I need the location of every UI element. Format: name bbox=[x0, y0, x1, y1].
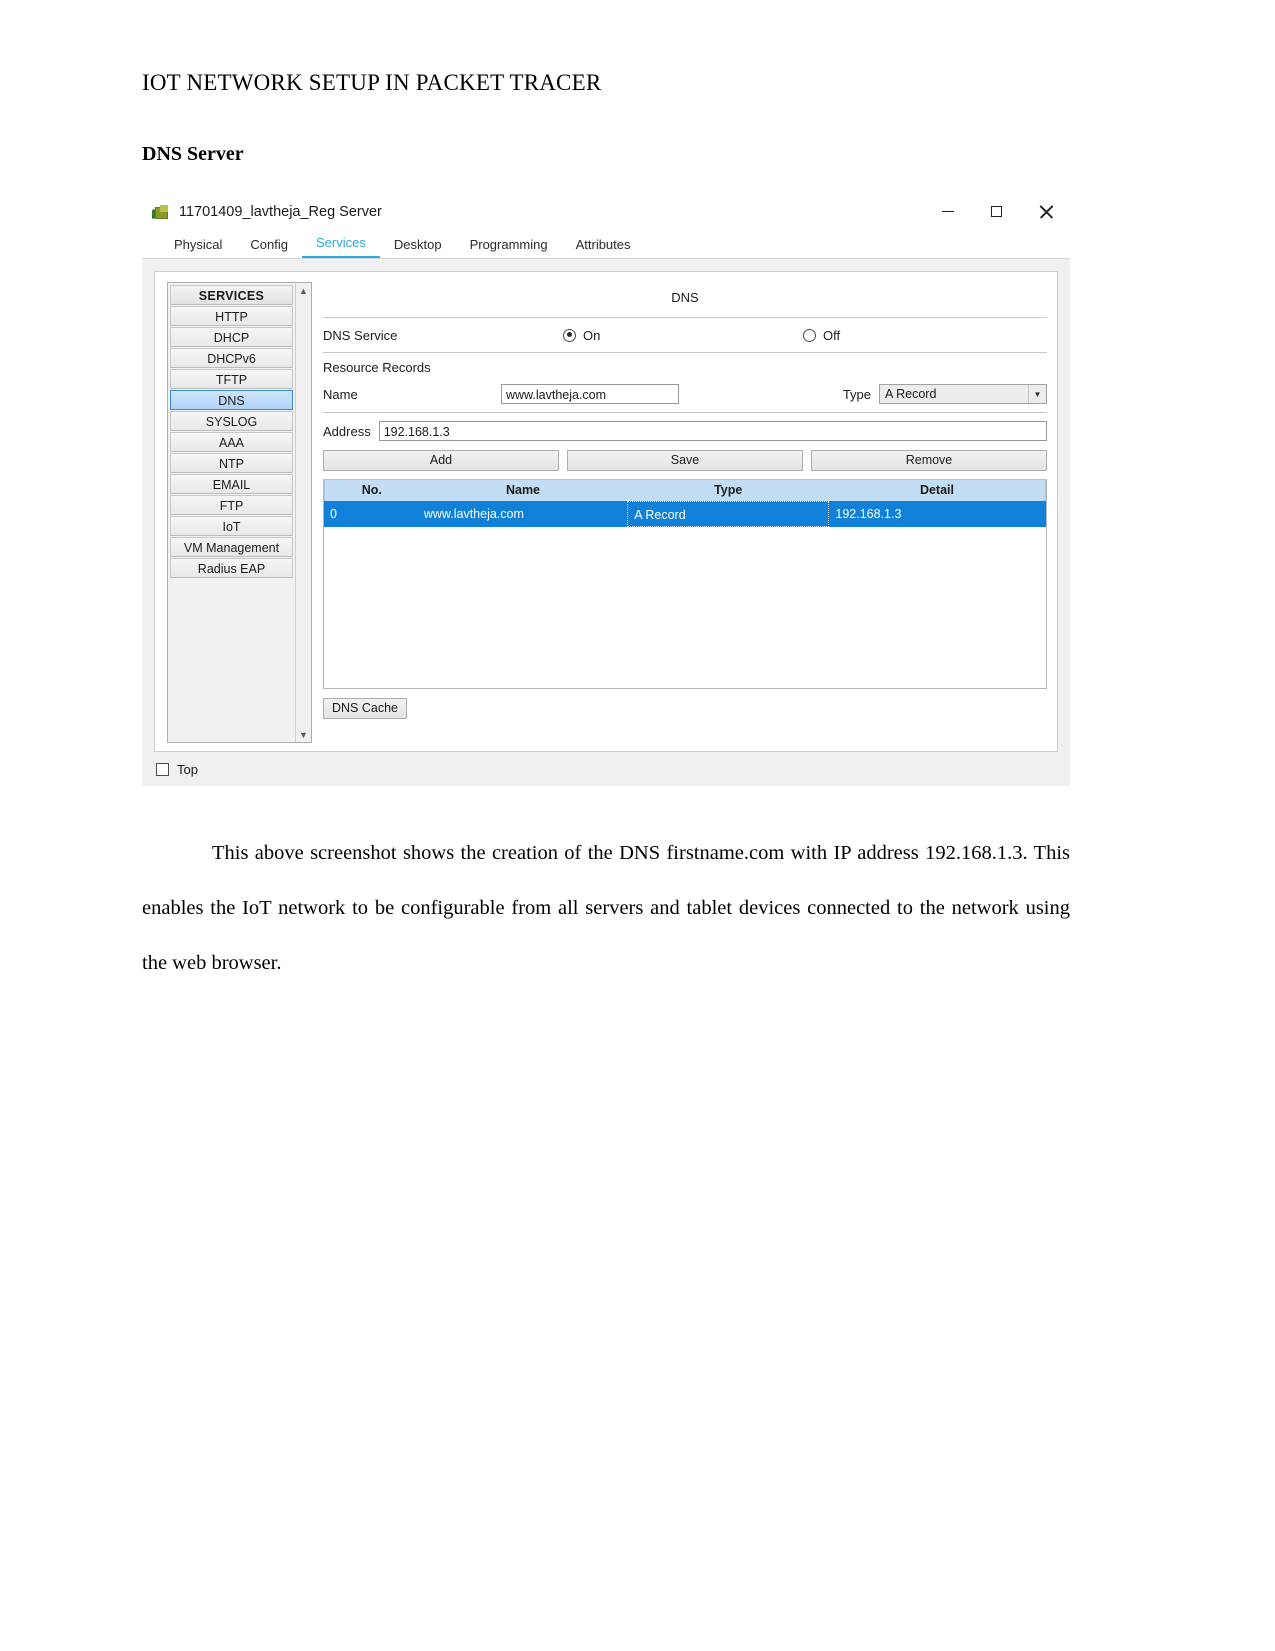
dns-service-off-option[interactable]: Off bbox=[803, 328, 1043, 343]
top-checkbox[interactable] bbox=[156, 762, 169, 776]
close-icon bbox=[1039, 205, 1053, 219]
window-footer: Top bbox=[142, 752, 1070, 786]
column-header-name: Name bbox=[505, 483, 541, 497]
add-button[interactable]: Add bbox=[323, 450, 559, 471]
minimize-icon bbox=[941, 210, 954, 213]
radio-on-icon[interactable] bbox=[563, 328, 576, 342]
tab-programming[interactable]: Programming bbox=[456, 237, 562, 258]
sidebar-item-tftp[interactable]: TFTP bbox=[170, 369, 293, 389]
record-address-row: Address 192.168.1.3 bbox=[323, 421, 1047, 441]
window-controls bbox=[923, 192, 1070, 231]
sidebar-item-ntp[interactable]: NTP bbox=[170, 453, 293, 473]
save-button[interactable]: Save bbox=[567, 450, 803, 471]
minimize-button[interactable] bbox=[923, 192, 972, 231]
dns-service-on-option[interactable]: On bbox=[563, 328, 803, 343]
sidebar-item-http[interactable]: HTTP bbox=[170, 306, 293, 326]
cell-detail: 192.168.1.3 bbox=[835, 507, 902, 521]
chevron-up-icon[interactable]: ▲ bbox=[296, 283, 311, 298]
maximize-icon bbox=[991, 206, 1002, 217]
sidebar-item-vm-management[interactable]: VM Management bbox=[170, 537, 293, 557]
remove-button[interactable]: Remove bbox=[811, 450, 1047, 471]
record-name-row: Name www.lavtheja.com Type A Record ▼ bbox=[323, 384, 1047, 404]
services-panel: SERVICES HTTP DHCP DHCPv6 TFTP DNS SYSLO… bbox=[154, 271, 1058, 752]
server-icon bbox=[152, 203, 170, 221]
cell-no: 0 bbox=[330, 507, 337, 521]
window-body: SERVICES HTTP DHCP DHCPv6 TFTP DNS SYSLO… bbox=[142, 259, 1070, 765]
resource-records-label: Resource Records bbox=[323, 360, 431, 375]
sidebar-item-radius-eap[interactable]: Radius EAP bbox=[170, 558, 293, 578]
top-checkbox-label: Top bbox=[177, 761, 198, 777]
name-label: Name bbox=[323, 386, 358, 402]
window-title: 11701409_lavtheja_Reg Server bbox=[179, 203, 382, 220]
type-select-value: A Record bbox=[885, 387, 937, 401]
name-input[interactable]: www.lavtheja.com bbox=[501, 384, 679, 404]
close-button[interactable] bbox=[1021, 192, 1070, 231]
tab-services[interactable]: Services bbox=[302, 235, 380, 258]
tab-physical[interactable]: Physical bbox=[160, 237, 236, 258]
radio-off-icon[interactable] bbox=[803, 328, 816, 342]
table-header-row: No. Name Type Detail bbox=[324, 479, 1046, 501]
sidebar-item-syslog[interactable]: SYSLOG bbox=[170, 411, 293, 431]
record-action-buttons: Add Save Remove bbox=[323, 450, 1047, 471]
sidebar-item-email[interactable]: EMAIL bbox=[170, 474, 293, 494]
services-sidebar: SERVICES HTTP DHCP DHCPv6 TFTP DNS SYSLO… bbox=[167, 282, 312, 743]
services-scrollbar[interactable]: ▲ ▼ bbox=[295, 283, 311, 742]
address-input[interactable]: 192.168.1.3 bbox=[378, 421, 1047, 441]
radio-on-label: On bbox=[583, 327, 601, 343]
sidebar-item-dns[interactable]: DNS bbox=[170, 390, 293, 410]
dns-cache-row: DNS Cache bbox=[323, 698, 1047, 719]
chevron-down-icon[interactable]: ▼ bbox=[296, 727, 311, 742]
records-table: No. Name Type Detail 0 www.lavtheja.com … bbox=[323, 479, 1047, 689]
dns-service-row: DNS Service On Off bbox=[323, 318, 1047, 352]
dns-cache-button[interactable]: DNS Cache bbox=[323, 698, 407, 719]
maximize-button[interactable] bbox=[972, 192, 1021, 231]
services-list: SERVICES HTTP DHCP DHCPv6 TFTP DNS SYSLO… bbox=[168, 283, 295, 742]
body-paragraph: This above screenshot shows the creation… bbox=[142, 842, 1070, 974]
cell-name: www.lavtheja.com bbox=[423, 507, 524, 521]
dns-pane-title: DNS bbox=[671, 290, 699, 305]
tab-attributes[interactable]: Attributes bbox=[562, 237, 645, 258]
sidebar-item-ftp[interactable]: FTP bbox=[170, 495, 293, 515]
dns-service-label: DNS Service bbox=[323, 327, 398, 343]
column-header-no: No. bbox=[361, 483, 382, 497]
column-header-detail: Detail bbox=[919, 483, 954, 497]
type-select[interactable]: A Record ▼ bbox=[879, 384, 1047, 404]
sidebar-item-dhcpv6[interactable]: DHCPv6 bbox=[170, 348, 293, 368]
tab-desktop[interactable]: Desktop bbox=[380, 237, 456, 258]
page-title: IOT NETWORK SETUP IN PACKET TRACER bbox=[142, 70, 602, 95]
sidebar-item-iot[interactable]: IoT bbox=[170, 516, 293, 536]
window-titlebar: 11701409_lavtheja_Reg Server bbox=[142, 192, 1070, 231]
tab-config[interactable]: Config bbox=[236, 237, 302, 258]
column-header-type: Type bbox=[714, 483, 743, 497]
tab-bar: Physical Config Services Desktop Program… bbox=[142, 231, 1070, 259]
sidebar-item-aaa[interactable]: AAA bbox=[170, 432, 293, 452]
divider bbox=[323, 352, 1047, 353]
divider bbox=[323, 412, 1047, 413]
services-list-header: SERVICES bbox=[170, 285, 293, 305]
dns-settings-pane: DNS DNS Service On Off Resource Records bbox=[323, 282, 1047, 741]
radio-off-label: Off bbox=[823, 327, 841, 343]
table-row[interactable]: 0 www.lavtheja.com A Record 192.168.1.3 bbox=[324, 501, 1046, 527]
address-label: Address bbox=[323, 423, 371, 439]
type-label: Type bbox=[842, 386, 871, 402]
section-heading: DNS Server bbox=[142, 143, 244, 165]
cell-type: A Record bbox=[627, 501, 830, 527]
sidebar-item-dhcp[interactable]: DHCP bbox=[170, 327, 293, 347]
chevron-down-icon[interactable]: ▼ bbox=[1028, 385, 1046, 403]
packet-tracer-window: 11701409_lavtheja_Reg Server Physical Co… bbox=[142, 192, 1070, 786]
